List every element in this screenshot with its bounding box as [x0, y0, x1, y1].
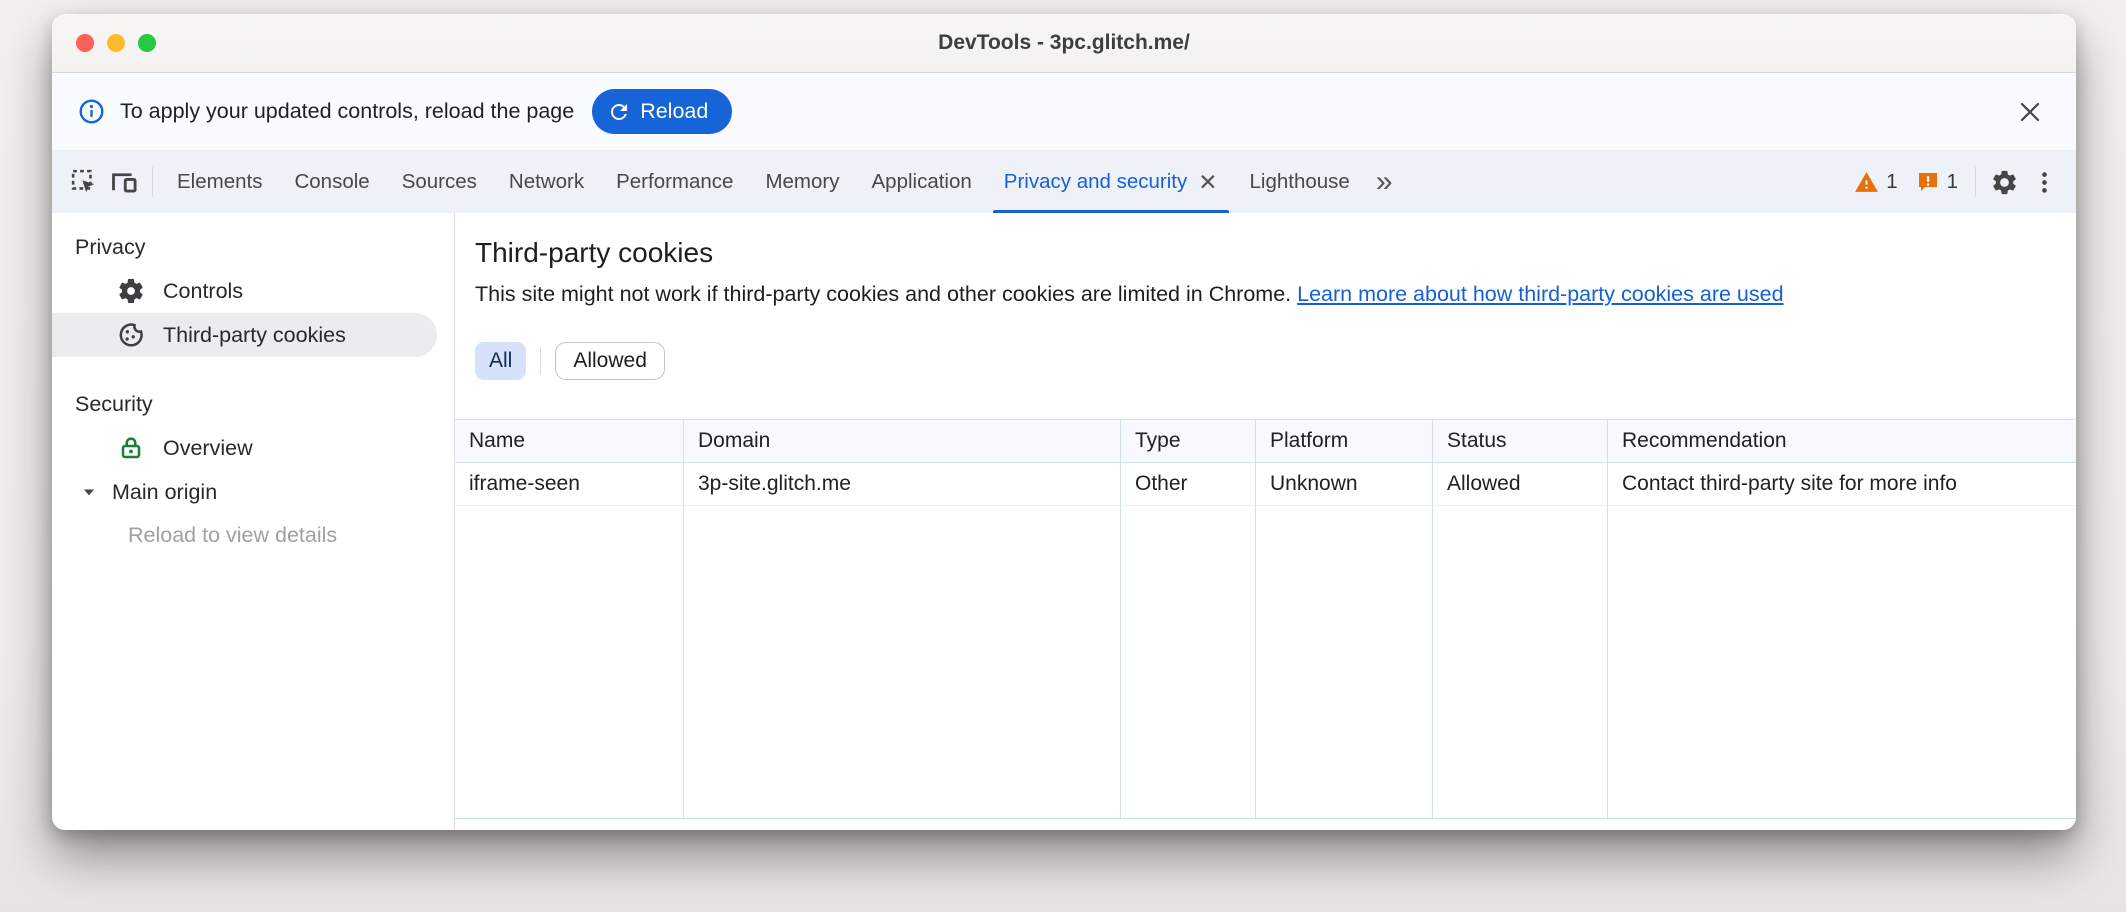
column-header-domain[interactable]: Domain [684, 420, 1121, 463]
settings-gear-icon[interactable] [1984, 162, 2024, 202]
sidebar-section-privacy: Privacy [52, 226, 454, 269]
refresh-icon [607, 100, 631, 124]
tab-performance[interactable]: Performance [600, 151, 749, 213]
tab-console[interactable]: Console [278, 151, 385, 213]
tree-item-label: Main origin [112, 480, 217, 505]
page-title: Third-party cookies [475, 236, 2076, 270]
close-infobar-icon[interactable] [2010, 92, 2050, 132]
panel-body: Privacy Controls [52, 213, 2076, 830]
issues-icon [1916, 170, 1940, 194]
third-party-cookies-panel: Third-party cookies This site might not … [455, 213, 2076, 830]
column-header-status[interactable]: Status [1433, 420, 1608, 463]
inspect-element-icon[interactable] [64, 162, 104, 202]
gear-icon [116, 276, 146, 306]
privacy-security-sidebar: Privacy Controls [52, 213, 455, 830]
column-header-type[interactable]: Type [1121, 420, 1256, 463]
tab-elements[interactable]: Elements [161, 151, 278, 213]
sidebar-tree-main-origin[interactable]: Main origin [52, 470, 454, 514]
column-header-platform[interactable]: Platform [1256, 420, 1433, 463]
page-description: This site might not work if third-party … [475, 281, 2076, 307]
table-filler [1433, 506, 1608, 818]
table-filler [1256, 506, 1433, 818]
desktop: DevTools - 3pc.glitch.me/ To apply your … [0, 0, 2126, 912]
kebab-menu-icon[interactable] [2024, 162, 2064, 202]
infobar-message: To apply your updated controls, reload t… [120, 99, 574, 124]
devtools-window: DevTools - 3pc.glitch.me/ To apply your … [52, 14, 2076, 830]
lock-icon [116, 433, 146, 463]
toolbar-divider [152, 167, 153, 197]
traffic-lights [76, 14, 156, 72]
tabbar-right-divider [1975, 167, 1976, 197]
filter-chips: All Allowed [475, 342, 2076, 380]
table-row-cell-status[interactable]: Allowed [1433, 463, 1608, 506]
table-filler [1121, 506, 1256, 818]
filter-chip-all[interactable]: All [475, 342, 526, 380]
table-row-cell-recommendation[interactable]: Contact third-party site for more info [1608, 463, 2076, 506]
sidebar-item-label: Controls [163, 279, 243, 304]
reload-to-view-details-text: Reload to view details [52, 514, 454, 557]
table-filler [455, 506, 684, 818]
table-row-cell-type[interactable]: Other [1121, 463, 1256, 506]
cookie-icon [116, 320, 146, 350]
warnings-counter[interactable]: 1 [1845, 170, 1906, 195]
cookies-table: Name Domain Type Platform Status Recomme… [455, 419, 2076, 819]
tab-network[interactable]: Network [493, 151, 600, 213]
issues-counter[interactable]: 1 [1907, 170, 1967, 194]
tab-memory[interactable]: Memory [749, 151, 855, 213]
chip-divider [540, 347, 541, 375]
column-header-name[interactable]: Name [455, 420, 684, 463]
sidebar-item-controls[interactable]: Controls [52, 269, 454, 313]
reload-infobar: To apply your updated controls, reload t… [52, 73, 2076, 151]
table-row-cell-name[interactable]: iframe-seen [455, 463, 684, 506]
warning-count: 1 [1886, 170, 1897, 194]
learn-more-link[interactable]: Learn more about how third-party cookies… [1297, 282, 1783, 306]
info-icon [78, 98, 105, 125]
sidebar-item-third-party-cookies[interactable]: Third-party cookies [52, 313, 437, 357]
table-filler [1608, 506, 2076, 818]
warning-icon [1854, 170, 1879, 195]
filter-chip-allowed[interactable]: Allowed [555, 342, 665, 380]
device-toolbar-icon[interactable] [104, 162, 144, 202]
tab-lighthouse[interactable]: Lighthouse [1234, 151, 1366, 213]
reload-button-label: Reload [640, 99, 708, 124]
column-header-recommendation[interactable]: Recommendation [1608, 420, 2076, 463]
table-row-cell-platform[interactable]: Unknown [1256, 463, 1433, 506]
title-bar: DevTools - 3pc.glitch.me/ [52, 14, 2076, 73]
description-text: This site might not work if third-party … [475, 282, 1291, 306]
issues-count: 1 [1947, 170, 1958, 194]
sidebar-item-label: Third-party cookies [163, 323, 346, 348]
zoom-window-button[interactable] [138, 34, 156, 52]
close-window-button[interactable] [76, 34, 94, 52]
reload-button[interactable]: Reload [592, 89, 732, 134]
chevron-down-icon [79, 482, 99, 502]
minimize-window-button[interactable] [107, 34, 125, 52]
more-tabs-icon[interactable]: » [1366, 167, 1403, 197]
devtools-tabbar: Elements Console Sources Network Perform… [52, 151, 2076, 213]
table-filler [684, 506, 1121, 818]
table-row-cell-domain[interactable]: 3p-site.glitch.me [684, 463, 1121, 506]
tab-sources[interactable]: Sources [386, 151, 493, 213]
window-title: DevTools - 3pc.glitch.me/ [938, 31, 1190, 55]
sidebar-section-security: Security [52, 383, 454, 426]
sidebar-item-overview[interactable]: Overview [52, 426, 454, 470]
tab-privacy-and-security-label: Privacy and security [1004, 170, 1187, 194]
tab-privacy-and-security[interactable]: Privacy and security ✕ [988, 151, 1234, 213]
close-tab-icon[interactable]: ✕ [1198, 171, 1217, 194]
tabbar-right-cluster: 1 1 [1845, 162, 2064, 202]
tab-application[interactable]: Application [856, 151, 988, 213]
sidebar-item-label: Overview [163, 436, 253, 461]
